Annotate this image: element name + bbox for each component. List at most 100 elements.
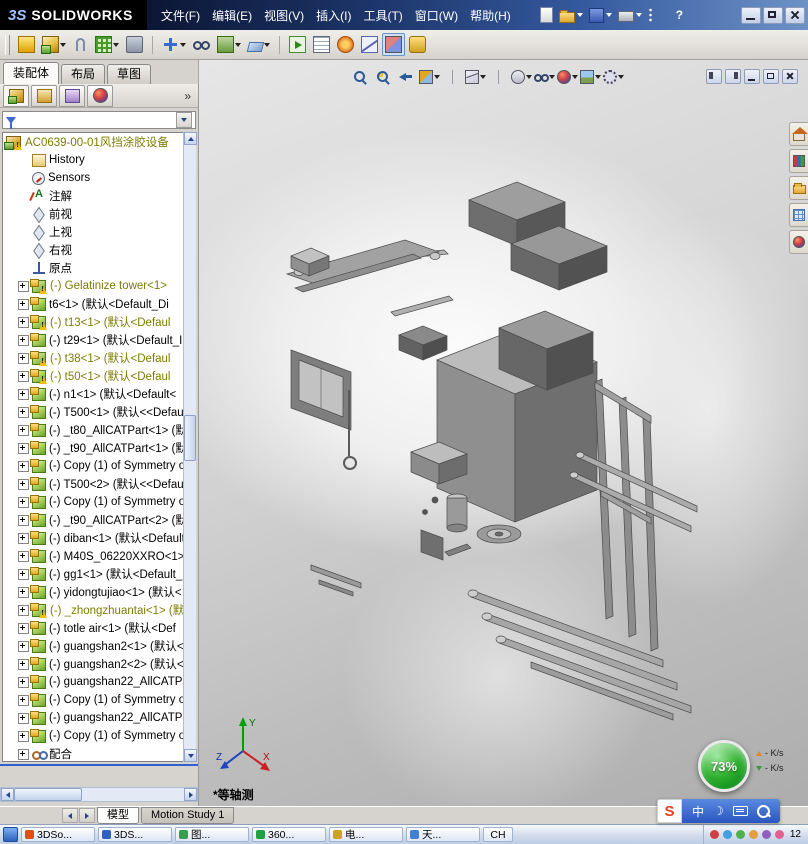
expand-icon[interactable] (18, 587, 29, 598)
expand-icon[interactable] (18, 425, 29, 436)
tree-item[interactable]: (-) yidongtujiao<1> (默认< (3, 583, 195, 601)
scroll-track[interactable] (184, 145, 196, 749)
reference-geometry-icon[interactable] (245, 35, 273, 55)
hide-show-items-icon[interactable] (533, 67, 555, 86)
move-component-icon[interactable] (159, 33, 189, 56)
tab-scroll-left-button[interactable] (62, 808, 78, 823)
tree-item[interactable]: (-) _t90_AllCATPart<2> (默认 (3, 511, 195, 529)
expand-icon[interactable] (18, 407, 29, 418)
tab-model[interactable]: 模型 (97, 807, 139, 824)
display-style-icon[interactable] (510, 67, 532, 86)
scroll-thumb[interactable] (14, 788, 82, 801)
graphics-viewport[interactable]: Y X Z *等轴测 (199, 60, 808, 806)
tree-item[interactable]: (-) t13<1> (默认<Defaul (3, 313, 195, 331)
minimize-doc-button[interactable] (744, 69, 760, 84)
tab-assembly[interactable]: 装配体 (3, 62, 59, 84)
print-button[interactable] (617, 7, 643, 23)
tree-item[interactable]: (-) _t80_AllCATPart<1> (默 (3, 421, 195, 439)
more-commands-button[interactable] (647, 7, 654, 23)
quick-launch-icon[interactable] (3, 827, 18, 842)
tree-item[interactable]: (-) T500<1> (默认<<Default (3, 403, 195, 421)
panel-tab[interactable] (3, 85, 29, 107)
scroll-up-button[interactable] (184, 132, 197, 145)
expand-icon[interactable] (18, 695, 29, 706)
scroll-left-button[interactable] (1, 788, 14, 801)
close-doc-button[interactable] (782, 69, 798, 84)
expand-icon[interactable] (18, 335, 29, 346)
menu-tools[interactable]: 工具(T) (357, 4, 408, 27)
tree-item[interactable]: (-) T500<2> (默认<<Default (3, 475, 195, 493)
panel-expand-chevron[interactable]: » (180, 89, 195, 103)
tree-item[interactable]: 注解 (3, 187, 195, 205)
expand-icon[interactable] (18, 443, 29, 454)
view-orientation-icon[interactable] (464, 67, 486, 86)
menu-file[interactable]: 文件(F) (155, 4, 206, 27)
tray-icon-4[interactable] (749, 830, 758, 839)
instant3d-icon[interactable] (406, 33, 429, 56)
expand-icon[interactable] (18, 605, 29, 616)
menu-window[interactable]: 窗口(W) (409, 4, 464, 27)
tree-item[interactable]: (-) t29<1> (默认<Default_I (3, 331, 195, 349)
tree-item[interactable]: (-) guangshan22_AllCATPart (3, 709, 195, 727)
scroll-right-button[interactable] (184, 788, 197, 801)
menu-edit[interactable]: 编辑(E) (206, 4, 258, 27)
sogou-logo-icon[interactable]: S (657, 799, 682, 823)
insert-components-icon[interactable] (39, 33, 69, 56)
expand-icon[interactable] (18, 659, 29, 670)
exploded-view-icon[interactable] (334, 33, 357, 56)
tree-horizontal-scrollbar[interactable] (0, 787, 198, 802)
panel-splitter[interactable] (0, 764, 198, 766)
linear-component-pattern-icon[interactable] (92, 33, 122, 56)
mate-icon[interactable] (70, 34, 91, 55)
expand-icon[interactable] (18, 317, 29, 328)
expand-icon[interactable] (18, 551, 29, 562)
expand-icon[interactable] (18, 371, 29, 382)
task-pane-tab[interactable] (789, 122, 808, 146)
save-button[interactable] (588, 7, 613, 24)
taskbar-button-pc[interactable]: 电... (329, 827, 403, 842)
expand-icon[interactable] (18, 731, 29, 742)
task-pane-tab[interactable] (789, 149, 808, 173)
show-hidden-components-icon[interactable] (190, 33, 213, 56)
panel-tab[interactable] (87, 85, 113, 107)
close-button[interactable] (785, 7, 805, 24)
taskbar-button-weather[interactable]: 天... (406, 827, 480, 842)
toolbar-grip[interactable] (5, 35, 10, 55)
panel-tab[interactable] (31, 85, 57, 107)
tree-item[interactable]: (-) diban<1> (默认<Default (3, 529, 195, 547)
expand-icon[interactable] (18, 299, 29, 310)
tree-item[interactable]: (-) guangshan22_AllCATPart (3, 673, 195, 691)
expand-icon[interactable] (18, 479, 29, 490)
menu-view[interactable]: 视图(V) (258, 4, 310, 27)
tree-item[interactable]: 右视 (3, 241, 195, 259)
expand-icon[interactable] (18, 569, 29, 580)
expand-icon[interactable] (18, 353, 29, 364)
tab-motion-study-1[interactable]: Motion Study 1 (141, 807, 234, 824)
scroll-track[interactable] (14, 788, 184, 801)
expand-icon[interactable] (18, 281, 29, 292)
task-pane-tab[interactable] (789, 230, 808, 254)
view-settings-icon[interactable] (602, 67, 624, 86)
zoom-area-icon[interactable] (372, 67, 394, 86)
restore-doc-button[interactable] (763, 69, 779, 84)
tree-item[interactable]: Sensors (3, 169, 195, 187)
zoom-fit-icon[interactable] (349, 67, 371, 86)
lang-indicator[interactable]: 中 (692, 803, 704, 820)
task-pane-tab[interactable] (789, 203, 808, 227)
tree-item[interactable]: (-) M40S_06220XXRO<1> (默认 (3, 547, 195, 565)
filter-dropdown-button[interactable] (176, 112, 192, 128)
tree-item[interactable]: (-) Copy (1) of Symmetry o (3, 691, 195, 709)
taskbar-button-image[interactable]: 图... (175, 827, 249, 842)
tree-item[interactable]: (-) guangshan2<2> (默认<De (3, 655, 195, 673)
taskbar-button-3dso[interactable]: 3DSo... (21, 827, 95, 842)
pane-left-button[interactable] (706, 69, 722, 84)
tree-item[interactable]: 配合 (3, 745, 195, 762)
taskbar-button-3ds[interactable]: 3DS... (98, 827, 172, 842)
tree-item[interactable]: (-) t50<1> (默认<Defaul (3, 367, 195, 385)
tree-filter-bar[interactable] (2, 111, 196, 129)
tree-item[interactable]: (-) _t90_AllCATPart<1> (默认 (3, 439, 195, 457)
smart-fasteners-icon[interactable] (123, 33, 146, 56)
panel-tab[interactable] (59, 85, 85, 107)
maximize-button[interactable] (763, 7, 783, 24)
scroll-down-button[interactable] (184, 749, 197, 762)
